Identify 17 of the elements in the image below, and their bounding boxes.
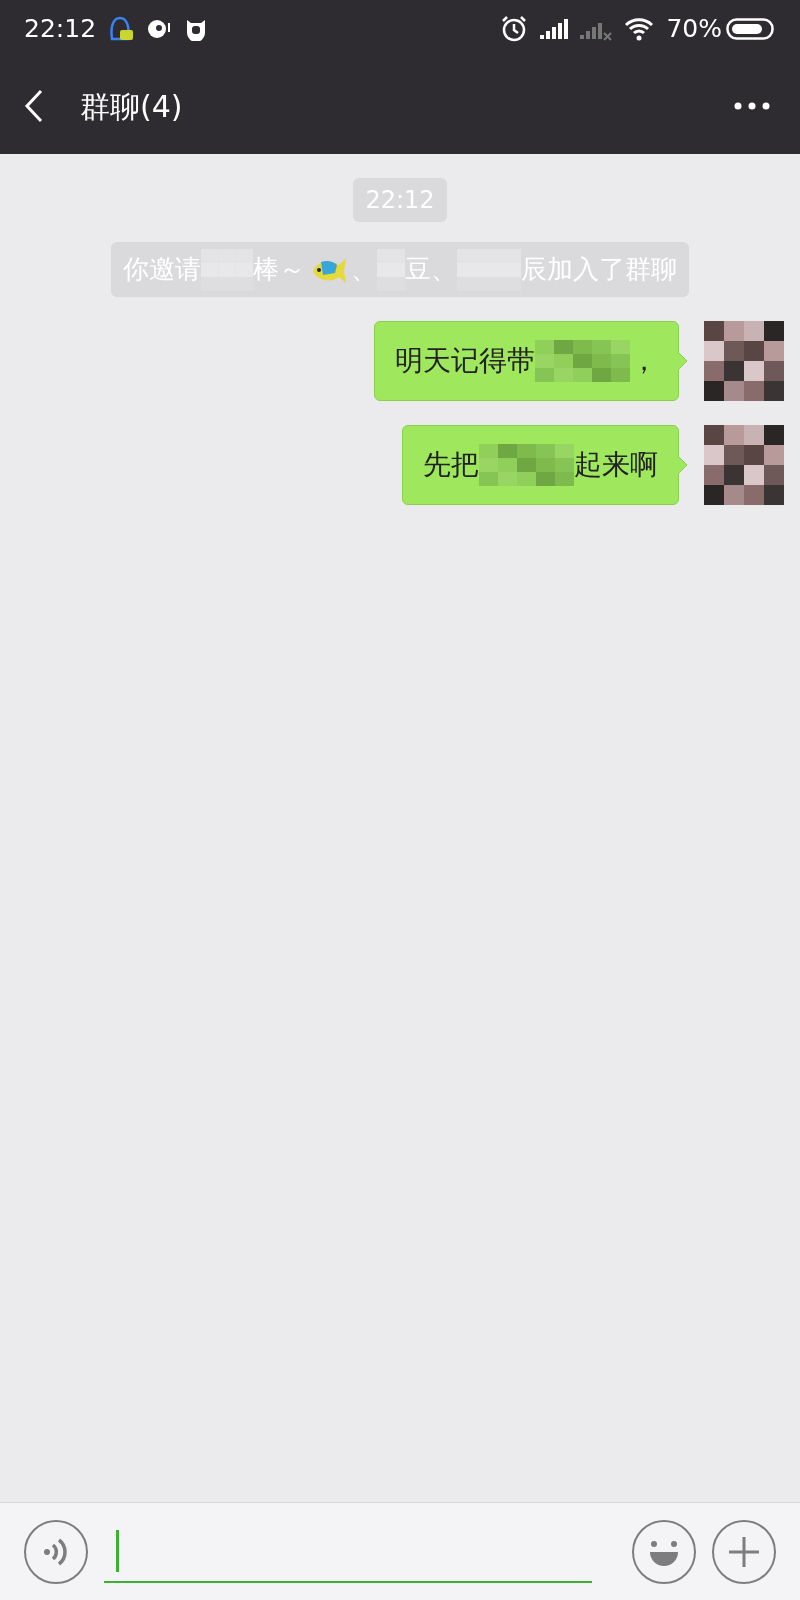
add-button[interactable] [712, 1519, 776, 1584]
chat-title: 群聊(4) [80, 87, 183, 126]
emoji-button[interactable] [632, 1519, 696, 1584]
back-icon [24, 89, 44, 123]
voice-icon [43, 1536, 69, 1567]
message-text: ， [630, 343, 658, 379]
more-icon [734, 102, 770, 110]
battery-icon [726, 17, 776, 41]
message-text: 、 [351, 253, 377, 286]
message-text: 起来啊 [574, 447, 658, 483]
message-text: 明天记得带 [395, 343, 535, 379]
voice-button[interactable] [24, 1519, 88, 1584]
wifi-icon [624, 17, 655, 41]
plus-icon [727, 1534, 761, 1569]
battery-percentage: 70% [666, 13, 722, 46]
message-text: 先把 [423, 447, 479, 483]
clock: 22:12 [24, 13, 97, 46]
